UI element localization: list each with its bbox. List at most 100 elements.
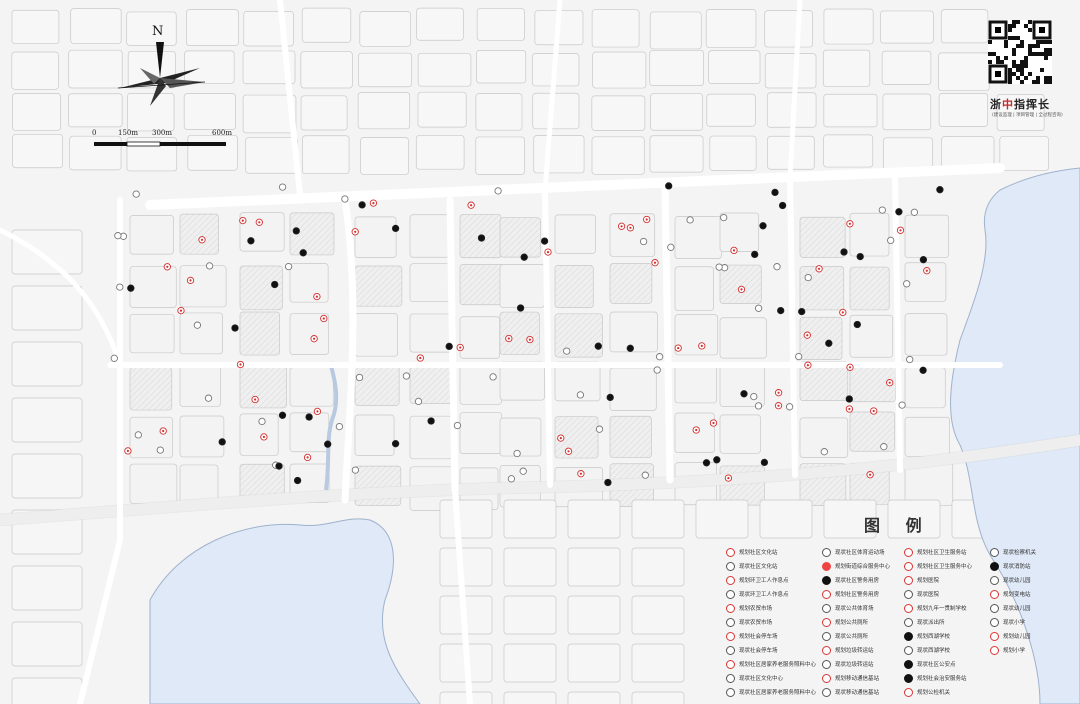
- legend-symbol-icon: [990, 646, 999, 655]
- city-block: [719, 362, 765, 407]
- facility-marker-icon: [740, 390, 748, 398]
- qr-module: [1048, 48, 1052, 52]
- city-block: [179, 312, 223, 355]
- scale-label-0: 0: [92, 129, 97, 137]
- city-block: [609, 367, 657, 411]
- legend-item: 规划社区警务用房: [822, 588, 879, 602]
- city-block: [705, 9, 757, 48]
- facility-marker-icon: [910, 208, 919, 216]
- qr-module: [1012, 52, 1016, 56]
- legend-label: 规划社区文化站: [739, 550, 778, 556]
- facility-marker-icon: [655, 353, 664, 361]
- qr-module: [996, 56, 1000, 60]
- legend-item: 现状垃圾转运站: [822, 658, 874, 672]
- facility-marker-dot-icon: [126, 449, 129, 452]
- facility-marker-dot-icon: [653, 261, 657, 264]
- city-block: [609, 263, 653, 304]
- facility-marker-icon: [715, 263, 723, 271]
- qr-module: [1036, 40, 1040, 44]
- facility-marker-icon: [391, 440, 400, 448]
- legend-symbol-icon: [822, 674, 831, 683]
- facility-marker-dot-icon: [316, 410, 319, 413]
- facility-marker-icon: [760, 458, 769, 467]
- legend-symbol-icon: [904, 590, 913, 599]
- facility-marker-icon: [358, 201, 366, 209]
- city-block: [358, 52, 413, 88]
- facility-marker-icon: [759, 222, 767, 230]
- legend-label: 现状小学: [1003, 620, 1026, 626]
- qr-module: [1008, 80, 1012, 84]
- qr-module: [1012, 72, 1016, 76]
- facility-marker-icon: [351, 466, 360, 474]
- legend-label: 规划街道综合服务中心: [835, 564, 891, 570]
- city-block: [849, 411, 896, 452]
- city-block: [631, 595, 685, 635]
- city-block: [503, 643, 557, 683]
- facility-marker-icon: [773, 263, 781, 271]
- qr-module: [1020, 80, 1024, 84]
- legend-label: 规划公共厕所: [835, 620, 869, 626]
- facility-marker-dot-icon: [848, 407, 851, 411]
- city-block: [709, 135, 757, 171]
- facility-marker-dot-icon: [306, 456, 309, 459]
- city-block: [554, 313, 603, 358]
- facility-marker-icon: [355, 373, 364, 382]
- city-block: [764, 53, 817, 89]
- facility-marker-icon: [903, 280, 911, 288]
- facility-marker-dot-icon: [645, 218, 648, 221]
- facility-marker-dot-icon: [629, 226, 632, 229]
- legend-label: 规划社区居家养老服务照料中心: [739, 662, 817, 668]
- facility-marker-dot-icon: [507, 337, 510, 340]
- city-block: [179, 415, 225, 458]
- scale-label-600: 600m: [212, 129, 232, 137]
- city-block: [476, 8, 525, 41]
- facility-marker-icon: [516, 304, 525, 312]
- qr-module: [1020, 64, 1024, 68]
- legend-label: 现状公共体育场: [835, 606, 874, 612]
- facility-marker-icon: [653, 366, 661, 374]
- facility-marker-icon: [856, 252, 864, 261]
- city-block: [245, 137, 299, 174]
- city-block: [631, 643, 685, 683]
- city-block: [719, 414, 761, 454]
- city-block: [938, 93, 989, 127]
- qr-module: [1012, 60, 1016, 64]
- legend-label: 现状检察机关: [1003, 550, 1037, 556]
- city-block: [649, 135, 704, 173]
- legend-item: 现状移动通信基站: [822, 686, 879, 700]
- city-block: [439, 691, 493, 704]
- city-block: [129, 313, 175, 354]
- legend-label: 现状社区警务用房: [835, 578, 880, 584]
- city-block: [823, 93, 878, 128]
- facility-marker-icon: [341, 195, 349, 203]
- legend-item: 规划垃圾转运站: [822, 644, 874, 658]
- city-block: [609, 415, 652, 458]
- qr-module: [1040, 68, 1044, 72]
- city-block: [591, 136, 645, 175]
- legend-label: 现状社会停车场: [739, 648, 778, 654]
- city-block: [567, 547, 621, 587]
- qr-module: [1044, 52, 1048, 56]
- city-block: [179, 364, 221, 407]
- map-stage: N 0 150m 300m 600m 浙中指挥长 (建设监理 | 项目管理 | …: [0, 0, 1080, 704]
- facility-marker-icon: [110, 354, 118, 362]
- city-block: [239, 311, 281, 356]
- legend-symbol-icon: [726, 660, 735, 669]
- city-block: [706, 93, 756, 127]
- legend-label: 现状派出所: [917, 620, 945, 626]
- facility-marker-dot-icon: [162, 429, 165, 433]
- city-block: [650, 93, 703, 131]
- legend-symbol-icon: [904, 646, 913, 655]
- facility-marker-icon: [563, 347, 571, 355]
- city-block: [631, 691, 685, 704]
- facility-marker-icon: [845, 395, 853, 403]
- city-block: [409, 263, 453, 303]
- facility-marker-icon: [494, 187, 502, 195]
- facility-marker-icon: [218, 438, 226, 446]
- legend-label: 规划移动通信基站: [835, 676, 880, 682]
- qr-module: [1020, 68, 1024, 72]
- facility-marker-icon: [878, 206, 886, 214]
- facility-marker-icon: [324, 440, 332, 448]
- qr-module: [1044, 80, 1048, 84]
- facility-marker-icon: [414, 397, 423, 406]
